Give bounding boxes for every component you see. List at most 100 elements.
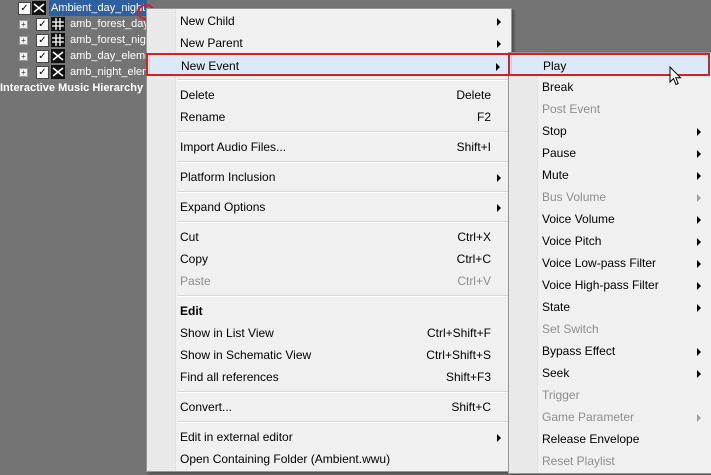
menu-item-label: New Parent — [180, 36, 243, 50]
submenu-arrow-icon — [697, 348, 701, 356]
submenu-arrow-icon — [496, 63, 500, 71]
menu-item-cut[interactable]: Cut Ctrl+X — [149, 226, 509, 248]
tree-row-root[interactable]: ✓ Ambient_day_night — [0, 0, 160, 16]
checkbox-child[interactable]: ✓ — [36, 18, 49, 31]
menu-separator — [177, 421, 509, 423]
expander-plus-icon[interactable]: + — [19, 36, 28, 45]
submenu-item-set-switch: Set Switch — [511, 318, 709, 340]
menu-separator — [177, 161, 509, 163]
menu-item-edit-in-external-editor[interactable]: Edit in external editor — [149, 426, 509, 448]
menu-item-label: Open Containing Folder (Ambient.wwu) — [180, 452, 391, 466]
tree-row-child[interactable]: + ✓ amb_forest_night — [0, 32, 160, 48]
menu-item-label: Paste — [180, 274, 211, 288]
checkbox-child[interactable]: ✓ — [36, 34, 49, 47]
expander-plus-icon[interactable]: + — [19, 68, 28, 77]
menu-item-label: Seek — [542, 366, 570, 380]
submenu-arrow-icon — [697, 282, 701, 290]
menu-item-platform-inclusion[interactable]: Platform Inclusion — [149, 166, 509, 188]
tree-row-child[interactable]: + ✓ amb_forest_day — [0, 16, 160, 32]
submenu-arrow-icon — [497, 40, 501, 48]
menu-item-label: Rename — [180, 110, 226, 124]
menu-item-label: Platform Inclusion — [180, 170, 276, 184]
menu-item-delete[interactable]: Delete Delete — [149, 84, 509, 106]
menu-item-shortcut: Ctrl+V — [457, 274, 491, 288]
menu-item-label: Voice Volume — [542, 212, 615, 226]
submenu-item-voice-high-pass-filter[interactable]: Voice High-pass Filter — [511, 274, 709, 296]
menu-item-edit[interactable]: Edit — [149, 300, 509, 322]
submenu-item-voice-volume[interactable]: Voice Volume — [511, 208, 709, 230]
menu-item-rename[interactable]: Rename F2 — [149, 106, 509, 128]
menu-item-expand-options[interactable]: Expand Options — [149, 196, 509, 218]
tree-label-child: amb_forest_night — [70, 34, 155, 46]
menu-item-label: Show in Schematic View — [180, 348, 312, 362]
expander-plus-icon[interactable]: + — [19, 20, 28, 29]
submenu-arrow-icon — [697, 238, 701, 246]
submenu-arrow-icon — [697, 194, 701, 202]
menu-item-label: Voice Pitch — [542, 234, 602, 248]
submenu-arrow-icon — [697, 304, 701, 312]
menu-item-label: Trigger — [542, 388, 580, 402]
submenu-item-bypass-effect[interactable]: Bypass Effect — [511, 340, 709, 362]
menu-item-label: Bus Volume — [542, 190, 607, 204]
menu-item-show-in-list-view[interactable]: Show in List View Ctrl+Shift+F — [149, 322, 509, 344]
menu-item-label: State — [542, 300, 571, 314]
menu-item-paste: Paste Ctrl+V — [149, 270, 509, 292]
menu-item-label: Import Audio Files... — [180, 140, 287, 154]
grid-icon — [51, 33, 65, 47]
menu-item-label: Expand Options — [180, 200, 266, 214]
menu-item-open-containing-folder-ambient-wwu[interactable]: Open Containing Folder (Ambient.wwu) — [149, 448, 509, 470]
submenu-item-seek[interactable]: Seek — [511, 362, 709, 384]
menu-item-label: Mute — [542, 168, 569, 182]
menu-separator — [177, 391, 509, 393]
submenu-item-state[interactable]: State — [511, 296, 709, 318]
menu-item-label: Voice Low-pass Filter — [542, 256, 657, 270]
checkbox-child[interactable]: ✓ — [36, 50, 49, 63]
menu-item-new-child[interactable]: New Child — [149, 10, 509, 32]
menu-item-find-all-references[interactable]: Find all references Shift+F3 — [149, 366, 509, 388]
submenu-item-voice-pitch[interactable]: Voice Pitch — [511, 230, 709, 252]
new-event-submenu: Play Break Post Event Stop Pause Mute Bus Volu… — [508, 52, 711, 474]
menu-item-shortcut: Ctrl+C — [456, 252, 491, 266]
menu-item-label: Post Event — [542, 102, 601, 116]
tree-row-child[interactable]: + ✓ amb_night_elements — [0, 64, 172, 80]
menu-item-show-in-schematic-view[interactable]: Show in Schematic View Ctrl+Shift+S — [149, 344, 509, 366]
menu-item-label: New Event — [181, 59, 240, 73]
checkbox-child[interactable]: ✓ — [36, 66, 49, 79]
menu-separator — [177, 131, 509, 133]
menu-item-new-parent[interactable]: New Parent — [149, 32, 509, 54]
menu-separator — [177, 221, 509, 223]
menu-item-label: New Child — [180, 14, 235, 28]
menu-item-shortcut: Shift+C — [451, 400, 491, 414]
menu-item-label: Stop — [542, 124, 567, 138]
submenu-item-voice-low-pass-filter[interactable]: Voice Low-pass Filter — [511, 252, 709, 274]
menu-item-shortcut: Delete — [456, 88, 491, 102]
submenu-item-release-envelope[interactable]: Release Envelope — [511, 428, 709, 450]
menu-separator — [177, 295, 509, 297]
menu-item-label: Bypass Effect — [542, 344, 616, 358]
checkbox-root[interactable]: ✓ — [18, 2, 31, 15]
menu-item-label: Cut — [180, 230, 199, 244]
menu-item-copy[interactable]: Copy Ctrl+C — [149, 248, 509, 270]
tree-row-child[interactable]: + ✓ amb_day_elements — [0, 48, 166, 64]
menu-item-label: Edit — [180, 304, 203, 318]
tree-label-root: Ambient_day_night — [49, 0, 148, 16]
menu-separator — [177, 191, 509, 193]
expander-plus-icon[interactable]: + — [19, 52, 28, 61]
submenu-item-bus-volume: Bus Volume — [511, 186, 709, 208]
menu-item-convert[interactable]: Convert... Shift+C — [149, 396, 509, 418]
submenu-item-mute[interactable]: Mute — [511, 164, 709, 186]
menu-item-label: Find all references — [180, 370, 279, 384]
context-menu: New Child New Parent New Event Delete Delete… — [146, 8, 512, 472]
menu-item-label: Copy — [180, 252, 209, 266]
menu-item-import-audio-files[interactable]: Import Audio Files... Shift+I — [149, 136, 509, 158]
mouse-cursor-icon — [669, 66, 682, 86]
submenu-item-pause[interactable]: Pause — [511, 142, 709, 164]
section-title: Interactive Music Hierarchy — [0, 82, 144, 94]
grid-icon — [51, 17, 65, 31]
menu-item-new-event[interactable]: New Event — [149, 54, 509, 76]
menu-item-label: Break — [542, 80, 574, 94]
menu-item-shortcut: F2 — [476, 110, 491, 124]
submenu-arrow-icon — [497, 204, 501, 212]
submenu-item-stop[interactable]: Stop — [511, 120, 709, 142]
menu-item-label: Voice High-pass Filter — [542, 278, 659, 292]
